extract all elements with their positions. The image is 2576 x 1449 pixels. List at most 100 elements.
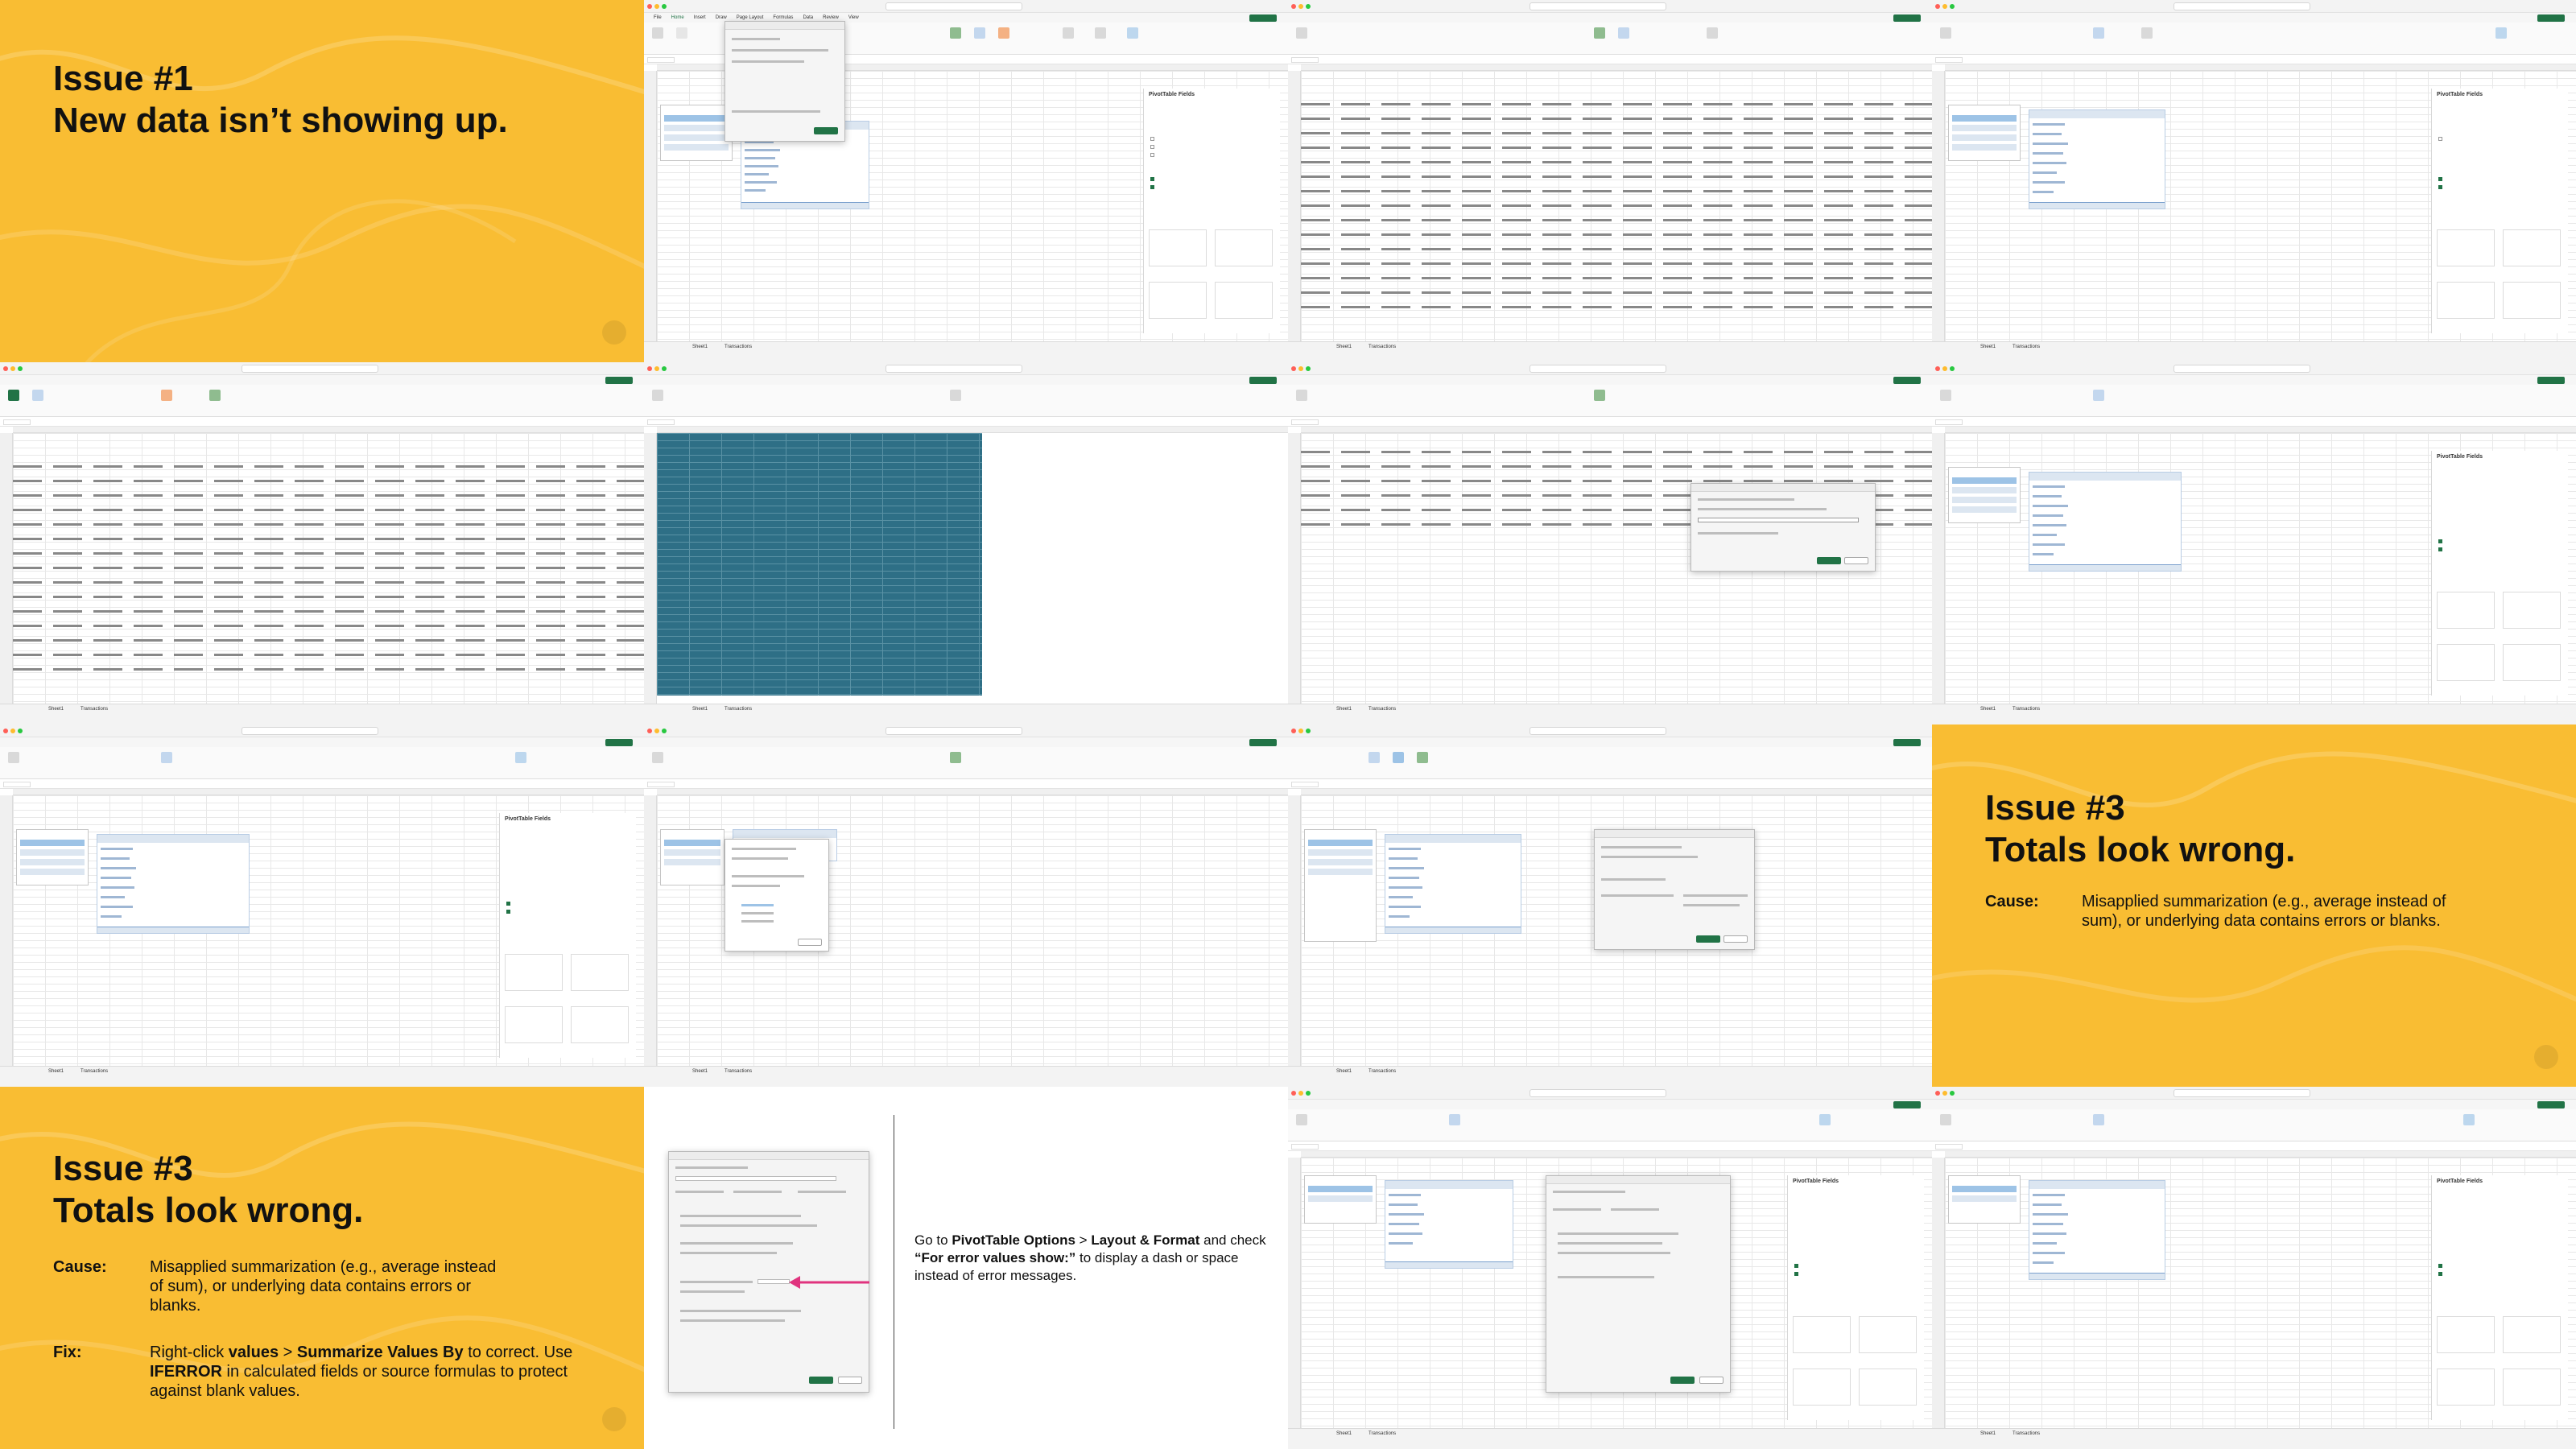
tab-transactions[interactable]: Transactions	[2013, 345, 2040, 349]
search-input[interactable]	[2174, 1089, 2310, 1097]
pivot-table[interactable]	[1385, 834, 1521, 934]
pane-title: PivotTable Fields	[505, 816, 551, 822]
share-button[interactable]	[1893, 739, 1921, 746]
tab-transactions[interactable]: Transactions	[724, 707, 752, 712]
upload-popup[interactable]	[724, 21, 845, 142]
share-button[interactable]	[2537, 377, 2565, 384]
tab-transactions[interactable]: Transactions	[724, 345, 752, 349]
issue3-number: Issue #3	[1985, 788, 2125, 828]
share-button[interactable]	[1893, 377, 1921, 384]
tab-transactions[interactable]: Transactions	[80, 1069, 108, 1074]
instr-part: Go to	[914, 1232, 952, 1248]
tab-sheet1[interactable]: Sheet1	[692, 707, 708, 712]
change-data-source-dialog[interactable]	[1690, 483, 1876, 572]
selected-table-grid[interactable]	[657, 433, 982, 696]
fix-text-bold: Summarize Values By	[296, 1344, 464, 1361]
fix-text-part: Right-click	[150, 1344, 229, 1361]
tab-sheet1[interactable]: Sheet1	[1980, 345, 1996, 349]
pivot-fields-pane[interactable]: PivotTable Fields	[2431, 89, 2568, 333]
pivot-fields-pane[interactable]: PivotTable Fields	[2431, 451, 2568, 696]
search-input[interactable]	[1530, 365, 1666, 373]
issue1-heading: Issue #1 New data isn’t showing up.	[53, 58, 508, 142]
years-slicer[interactable]	[16, 829, 89, 886]
tab-sheet1[interactable]: Sheet1	[1336, 345, 1352, 349]
tab-transactions[interactable]: Transactions	[80, 707, 108, 712]
pivot-fields-pane[interactable]: PivotTable Fields	[499, 813, 636, 1058]
share-button[interactable]	[1249, 14, 1277, 22]
issue3-subtitle: Totals look wrong.	[1985, 830, 2296, 869]
years-slicer[interactable]	[1304, 829, 1377, 942]
excel-screenshot-r2c3: Sheet1 Transactions	[1288, 362, 1932, 724]
search-input[interactable]	[242, 365, 378, 373]
share-button[interactable]	[1893, 14, 1921, 22]
pivot-table[interactable]	[2029, 472, 2182, 572]
tab-transactions[interactable]: Transactions	[2013, 707, 2040, 712]
years-slicer[interactable]	[1948, 1175, 2021, 1224]
slicer-settings-dialog[interactable]	[1594, 829, 1755, 950]
search-input[interactable]	[2174, 2, 2310, 10]
tab-transactions[interactable]: Transactions	[1368, 1069, 1396, 1074]
years-slicer[interactable]	[1948, 467, 2021, 523]
tab-sheet1[interactable]: Sheet1	[1980, 707, 1996, 712]
tab-sheet1[interactable]: Sheet1	[48, 1069, 64, 1074]
pivot-table[interactable]	[2029, 1180, 2165, 1280]
share-button[interactable]	[1893, 1101, 1921, 1108]
tab-transactions[interactable]: Transactions	[1368, 345, 1396, 349]
years-slicer[interactable]	[660, 105, 733, 161]
excel-screenshot-r2c4: PivotTable Fields Sheet1 Transactions	[1932, 362, 2576, 724]
watermark-logo	[602, 1407, 626, 1431]
arrow-pointer-icon	[789, 1276, 869, 1289]
pivot-table[interactable]	[1385, 1180, 1513, 1269]
tab-sheet1[interactable]: Sheet1	[48, 707, 64, 712]
tab-sheet1[interactable]: Sheet1	[1336, 707, 1352, 712]
search-input[interactable]	[2174, 365, 2310, 373]
tab-sheet1[interactable]: Sheet1	[692, 345, 708, 349]
filter-dropdown[interactable]	[724, 839, 829, 952]
pivot-table[interactable]	[97, 834, 250, 934]
sheet-tabs: Sheet1 Transactions	[644, 341, 1288, 353]
excel-screenshot-r4c3: PivotTable Fields Sheet1 Transactions	[1288, 1087, 1932, 1449]
tab-sheet1[interactable]: Sheet1	[1980, 1431, 1996, 1436]
tab-sheet1[interactable]: Sheet1	[1336, 1069, 1352, 1074]
pivot-fields-pane[interactable]: PivotTable Fields	[1143, 89, 1280, 333]
pivot-fields-pane[interactable]: PivotTable Fields	[2431, 1175, 2568, 1420]
share-button[interactable]	[2537, 14, 2565, 22]
issue3-full-number: Issue #3	[53, 1149, 193, 1188]
share-button[interactable]	[2537, 1101, 2565, 1108]
search-input[interactable]	[242, 727, 378, 735]
pivottable-options-dialog[interactable]	[1546, 1175, 1731, 1393]
search-input[interactable]	[886, 727, 1022, 735]
fix-text: Right-click values > Summarize Values By…	[150, 1343, 601, 1401]
issue3-full-heading: Issue #3 Totals look wrong.	[53, 1148, 363, 1232]
tab-sheet1[interactable]: Sheet1	[692, 1069, 708, 1074]
menu-view[interactable]: View	[848, 13, 859, 23]
years-slicer[interactable]	[1304, 1175, 1377, 1224]
menu-file[interactable]: File	[654, 13, 662, 23]
search-input[interactable]	[886, 2, 1022, 10]
search-input[interactable]	[886, 365, 1022, 373]
years-slicer[interactable]	[1948, 105, 2021, 161]
menu-insert[interactable]: Insert	[694, 13, 706, 23]
tab-transactions[interactable]: Transactions	[2013, 1431, 2040, 1436]
years-slicer[interactable]	[660, 829, 724, 886]
share-button[interactable]	[605, 739, 633, 746]
cause-label: Cause:	[1985, 893, 2039, 910]
excel-screenshot-r3c2: Sheet1 Transactions	[644, 724, 1288, 1087]
excel-screenshot-r1c3: Sheet1 Transactions	[1288, 0, 1932, 362]
pivot-fields-pane[interactable]: PivotTable Fields	[1787, 1175, 1924, 1420]
tab-transactions[interactable]: Transactions	[1368, 707, 1396, 712]
instruction-text: Go to PivotTable Options > Layout & Form…	[914, 1232, 1269, 1285]
search-input[interactable]	[1530, 2, 1666, 10]
tab-sheet1[interactable]: Sheet1	[1336, 1431, 1352, 1436]
tab-transactions[interactable]: Transactions	[724, 1069, 752, 1074]
search-input[interactable]	[1530, 1089, 1666, 1097]
swirl-pattern	[0, 35, 644, 362]
search-input[interactable]	[1530, 727, 1666, 735]
share-button[interactable]	[1249, 739, 1277, 746]
tab-transactions[interactable]: Transactions	[1368, 1431, 1396, 1436]
issue3-full-subtitle: Totals look wrong.	[53, 1191, 364, 1230]
pivot-table[interactable]	[2029, 109, 2165, 209]
share-button[interactable]	[605, 377, 633, 384]
excel-screenshot-r3c3: Sheet1 Transactions	[1288, 724, 1932, 1087]
share-button[interactable]	[1249, 377, 1277, 384]
